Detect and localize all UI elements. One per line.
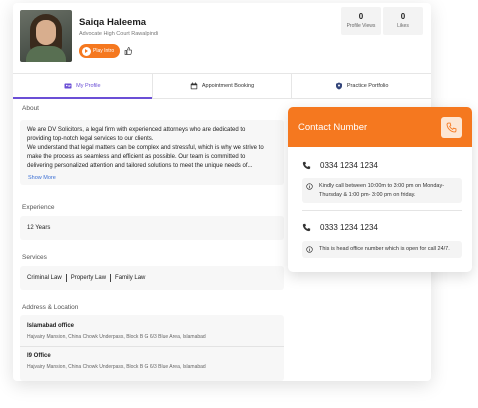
call-note-text: This is head office number which is open…: [319, 246, 450, 252]
tab-appointment-booking[interactable]: Appointment Booking: [153, 74, 293, 98]
phone-entry[interactable]: 0334 1234 1234: [302, 161, 378, 170]
contact-header: Contact Number: [288, 107, 472, 147]
phone-icon: [302, 223, 311, 232]
portfolio-icon: [335, 82, 342, 90]
services-panel: Criminal Law Property Law Family Law: [20, 266, 284, 290]
profile-views-value: 0: [358, 12, 364, 21]
address-item: Islamabad office Hajvairy Mansion, China…: [20, 315, 284, 346]
likes-label: Likes: [397, 23, 409, 29]
phone-number: 0333 1234 1234: [320, 223, 378, 232]
about-line: We are DV Solicitors, a legal firm with …: [27, 127, 246, 133]
service-item: Family Law: [115, 275, 146, 281]
address-panel: Islamabad office Hajvairy Mansion, China…: [20, 315, 284, 381]
profile-views-label: Profile Views: [346, 23, 376, 29]
phone-icon: [302, 161, 311, 170]
tab-label: Appointment Booking: [201, 83, 255, 89]
tab-label: Practice Portfolio: [346, 83, 389, 89]
call-note: This is head office number which is open…: [302, 241, 462, 258]
call-note-text: Kindly call between 10:00m to 3:00 pm on…: [319, 183, 445, 198]
info-icon: [306, 183, 313, 190]
play-icon: [82, 46, 91, 56]
address-line: Hajvairy Mansion, China Chowk Underpass,…: [27, 364, 206, 370]
profile-name: Saiqa Haleema: [79, 17, 147, 28]
tab-label: My Profile: [76, 83, 101, 89]
about-heading: About: [22, 105, 39, 112]
experience-value: 12 Years: [27, 225, 51, 231]
profile-subtitle: Advocate High Court Rawalpindi: [79, 31, 159, 37]
service-item: Criminal Law: [27, 275, 62, 281]
services-list: Criminal Law Property Law Family Law: [27, 274, 145, 282]
address-title: Islamabad office: [27, 323, 75, 329]
profile-header: Saiqa Haleema Advocate High Court Rawalp…: [13, 3, 431, 71]
phone-entry[interactable]: 0333 1234 1234: [302, 223, 378, 232]
phone-number: 0334 1234 1234: [320, 161, 378, 170]
contact-title: Contact Number: [298, 122, 368, 133]
show-more-link[interactable]: Show More: [28, 175, 56, 181]
tab-my-profile[interactable]: My Profile: [13, 74, 153, 99]
profile-card-icon: [64, 83, 72, 89]
about-text: We are DV Solicitors, a legal firm with …: [20, 120, 284, 171]
services-heading: Services: [22, 254, 47, 261]
likes-stat: 0 Likes: [383, 7, 423, 35]
thumbs-up-icon[interactable]: [122, 45, 134, 57]
experience-heading: Experience: [22, 204, 55, 211]
address-line: Hajvairy Mansion, China Chowk Underpass,…: [27, 334, 206, 340]
info-icon: [306, 246, 313, 253]
address-item: I9 Office Hajvairy Mansion, China Chowk …: [20, 347, 284, 376]
profile-views-stat: 0 Profile Views: [341, 7, 381, 35]
play-intro-button[interactable]: Play Intro: [79, 44, 121, 58]
tab-practice-portfolio[interactable]: Practice Portfolio: [292, 74, 431, 98]
call-button[interactable]: [441, 117, 462, 138]
profile-tabs: My Profile Appointment Booking Practice …: [13, 73, 431, 99]
divider: [302, 210, 462, 211]
experience-panel: 12 Years: [20, 216, 284, 240]
contact-card: Contact Number 0334 1234 1234 Kindly cal…: [288, 107, 472, 272]
play-intro-label: Play Intro: [93, 48, 115, 54]
about-line: providing top-notch legal services to ou…: [27, 136, 154, 142]
calendar-icon: [190, 82, 198, 90]
call-note: Kindly call between 10:00m to 3:00 pm on…: [302, 178, 462, 203]
avatar: [20, 10, 72, 62]
service-item: Property Law: [70, 275, 107, 281]
address-heading: Address & Location: [22, 304, 79, 311]
about-line: We understand that legal matters can be …: [27, 145, 264, 151]
about-line: make the process as seamless and efficie…: [27, 154, 246, 160]
about-line: delivering personalized attention and ta…: [27, 163, 253, 169]
phone-icon: [446, 122, 457, 133]
about-panel: We are DV Solicitors, a legal firm with …: [20, 120, 284, 185]
address-title: I9 Office: [27, 353, 51, 359]
likes-value: 0: [400, 12, 406, 21]
